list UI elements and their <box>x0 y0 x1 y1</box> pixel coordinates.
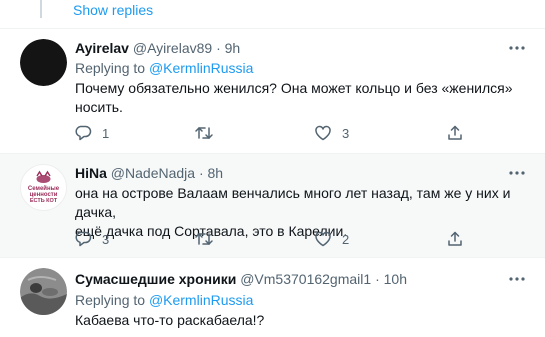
thread-connector-line <box>40 0 42 18</box>
tweet-text-line: Кабаева что-то раскабаела!? <box>75 312 265 328</box>
display-name[interactable]: Сумасшедшие хроники <box>75 271 236 287</box>
retweet-icon <box>195 233 213 245</box>
like-count: 3 <box>342 125 350 141</box>
like-button[interactable]: 3 <box>314 123 349 143</box>
avatar[interactable] <box>20 39 67 86</box>
separator-dot: · <box>198 165 204 181</box>
tweet-text-line: Почему обязательно женился? Она может ко… <box>75 80 513 96</box>
share-button[interactable] <box>446 229 464 249</box>
reply-count: 1 <box>102 125 110 141</box>
avatar-logo-text: Семейные <box>28 185 60 192</box>
more-icon[interactable] <box>507 39 527 57</box>
more-icon[interactable] <box>507 270 527 288</box>
reply-icon <box>75 125 92 141</box>
user-handle[interactable]: @Ayirelav89 <box>133 40 212 56</box>
timestamp[interactable]: 8h <box>208 165 224 181</box>
like-count: 2 <box>342 231 350 247</box>
timestamp[interactable]: 9h <box>225 40 241 56</box>
like-icon <box>315 125 331 141</box>
like-button[interactable]: 2 <box>314 229 349 249</box>
retweet-button[interactable] <box>194 123 214 143</box>
share-button[interactable] <box>446 123 464 143</box>
display-name[interactable]: HiNa <box>75 165 107 181</box>
tweet-actions: 3 2 <box>74 229 494 249</box>
reply-count: 3 <box>102 231 110 247</box>
avatar[interactable]: Семейные ценности ЕСТЬ КОТ <box>20 164 67 211</box>
replying-to-label: Replying to <box>75 60 146 76</box>
display-name[interactable]: Ayirelav <box>75 40 129 56</box>
like-icon <box>315 231 331 247</box>
reply-icon <box>75 231 92 247</box>
tweet-text-line: носить. <box>75 99 123 115</box>
tweet-header: Сумасшедшие хроники @Vm5370162gmail1 · 1… <box>75 270 407 288</box>
separator-dot: · <box>375 271 380 287</box>
replying-to: Replying to @KermlinRussia <box>75 291 253 309</box>
tweet-text: Кабаева что-то раскабаела!? <box>75 311 525 330</box>
mention-link[interactable]: @KermlinRussia <box>149 60 253 76</box>
share-icon <box>448 231 462 246</box>
more-icon[interactable] <box>507 164 527 182</box>
user-handle[interactable]: @NadeNadja <box>111 165 195 181</box>
avatar-logo-text: ЕСТЬ КОТ <box>30 198 58 204</box>
tweet-text-line: она на острове Валаам венчались много ле… <box>75 185 511 220</box>
tweet-text: Почему обязательно женился? Она может ко… <box>75 79 525 117</box>
reply-button[interactable]: 1 <box>74 123 109 143</box>
retweet-icon <box>195 127 213 139</box>
tweet-hina[interactable]: Семейные ценности ЕСТЬ КОТ HiNa @NadeNad… <box>0 153 545 257</box>
retweet-button[interactable] <box>194 229 214 249</box>
timestamp[interactable]: 10h <box>384 271 407 287</box>
tweet-crazy-chronicles[interactable]: Сумасшедшие хроники @Vm5370162gmail1 · 1… <box>0 257 545 337</box>
replying-to: Replying to @KermlinRussia <box>75 59 253 77</box>
share-icon <box>448 125 462 140</box>
tweet-header: HiNa @NadeNadja · 8h <box>75 164 223 182</box>
mention-link[interactable]: @KermlinRussia <box>149 292 253 308</box>
tweet-ayirelav[interactable]: Ayirelav @Ayirelav89 · 9h Replying to @K… <box>0 28 545 153</box>
reply-button[interactable]: 3 <box>74 229 109 249</box>
user-handle[interactable]: @Vm5370162gmail1 <box>240 271 371 287</box>
replying-to-label: Replying to <box>75 292 146 308</box>
separator-dot: · <box>216 40 221 56</box>
tweet-actions: 1 3 <box>74 123 494 143</box>
tweet-header: Ayirelav @Ayirelav89 · 9h <box>75 39 240 57</box>
show-replies-link[interactable]: Show replies <box>73 1 153 19</box>
avatar[interactable] <box>20 268 67 315</box>
